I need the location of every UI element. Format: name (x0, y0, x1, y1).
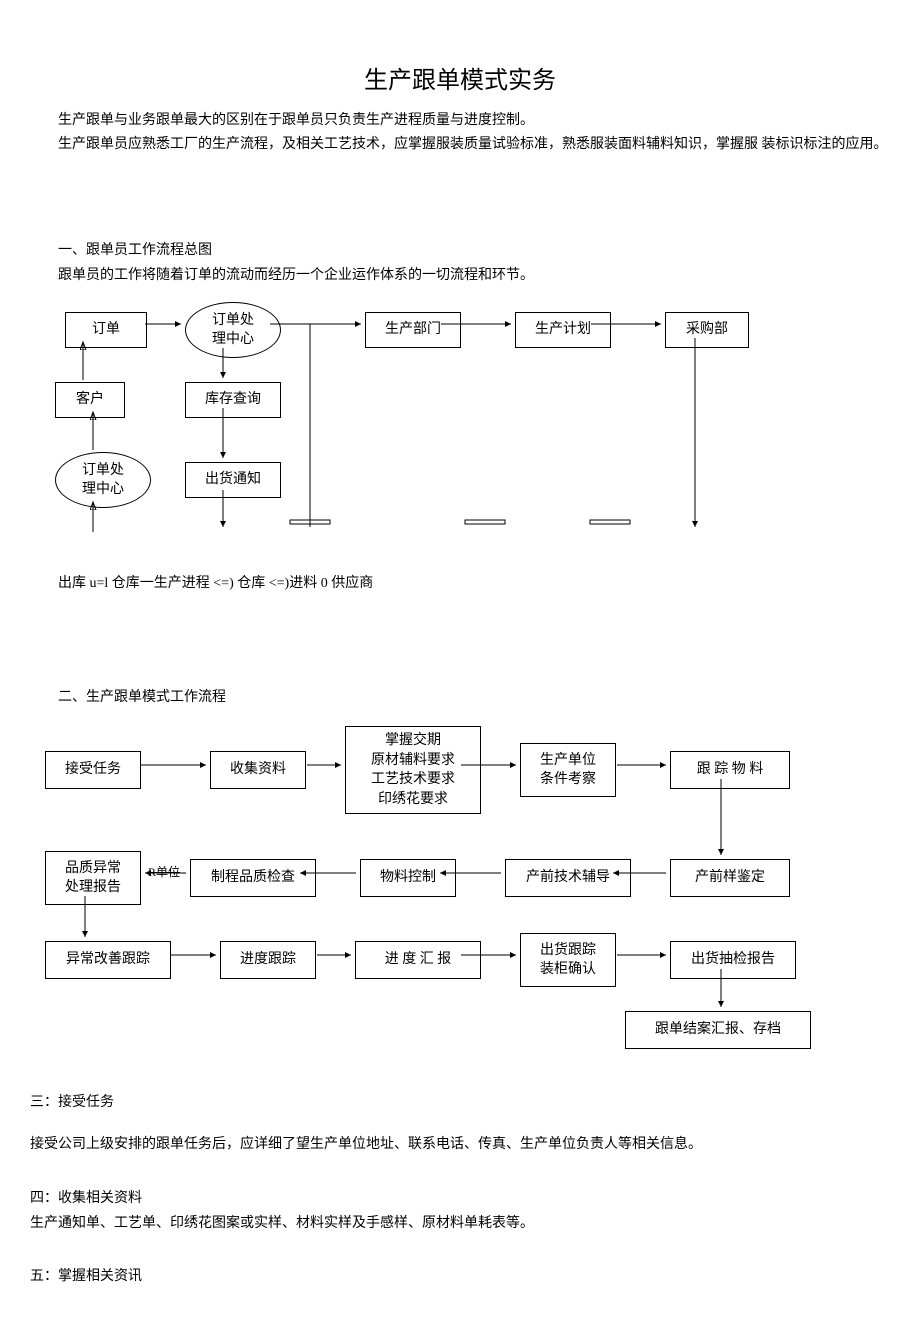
intro-paragraph-2: 生产跟单员应熟悉工厂的生产流程，及相关工艺技术，应掌握服装质量试验标准，熟悉服装… (30, 134, 890, 156)
flowchart-2: 接受任务 收集资料 掌握交期 原材辅料要求 工艺技术要求 印绣花要求 生产单位 … (45, 721, 890, 1061)
section-5-heading: 五：掌握相关资讯 (30, 1265, 890, 1285)
flowchart-2-arrows (45, 721, 825, 1061)
flowchart-1-caption: 出库 u=l 仓库一生产进程 <=) 仓库 <=)进料 0 供应商 (30, 572, 890, 592)
flowchart-1-arrows (45, 302, 795, 562)
section-4-heading: 四：收集相关资料 (30, 1187, 890, 1207)
section-2-heading: 二、生产跟单模式工作流程 (30, 686, 890, 706)
page-title: 生产跟单模式实务 (30, 60, 890, 95)
section-1-heading: 一、跟单员工作流程总图 (30, 239, 890, 259)
section-3-body: 接受公司上级安排的跟单任务后，应详细了望生产单位地址、联系电话、传真、生产单位负… (30, 1134, 890, 1156)
flowchart-1: 订单 订单处 理中心 生产部门 生产计划 采购部 客户 库存查询 订单处 理中心… (45, 302, 890, 562)
section-1-description: 跟单员的工作将随着订单的流动而经历一个企业运作体系的一切流程和环节。 (30, 265, 890, 287)
section-4-body: 生产通知单、工艺单、印绣花图案或实样、材料实样及手感样、原材料单耗表等。 (30, 1213, 890, 1235)
intro-paragraph-1: 生产跟单与业务跟单最大的区别在于跟单员只负责生产进程质量与进度控制。 (30, 110, 890, 132)
section-3-heading: 三：接受任务 (30, 1091, 890, 1111)
